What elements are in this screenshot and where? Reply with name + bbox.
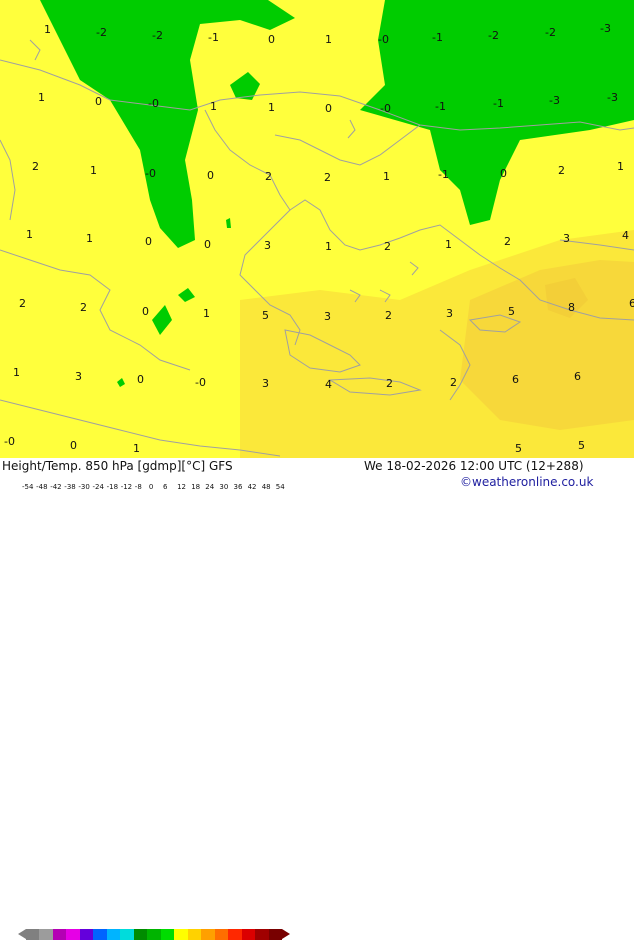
scale-segment [93, 929, 108, 940]
temp-value-label: 0 [268, 33, 275, 46]
scale-segment [133, 929, 148, 940]
color-scale [18, 929, 290, 940]
temp-value-label: -3 [600, 22, 611, 35]
temp-value-label: 0 [145, 235, 152, 248]
credit-link[interactable]: ©weatheronline.co.uk [460, 475, 593, 489]
temp-value-label: -1 [493, 97, 504, 110]
footer-bar: Height/Temp. 850 hPa [gdmp][°C] GFS We 1… [0, 458, 634, 940]
temp-value-label: 3 [324, 310, 331, 323]
scale-segment [66, 929, 81, 940]
temp-value-label: -1 [438, 168, 449, 181]
temp-value-label: 3 [264, 239, 271, 252]
temp-value-label: -3 [607, 91, 618, 104]
temp-value-label: 2 [324, 171, 331, 184]
weather-map: 1 -2 -2 -1 0 1 -0 -1 -2 -2 -3 1 0 -0 1 1 0 -0 -1 -1 -3 -3 2 1 -0… [0, 0, 634, 458]
temp-value-label: 1 [90, 164, 97, 177]
scale-segment [241, 929, 256, 940]
temp-value-label: 1 [383, 170, 390, 183]
temp-value-label: 2 [80, 301, 87, 314]
temp-value-label: -0 [145, 167, 156, 180]
temp-value-label: 1 [325, 33, 332, 46]
scale-segment [187, 929, 202, 940]
temp-value-label: -3 [549, 94, 560, 107]
temp-value-label: 1 [133, 442, 140, 455]
temp-value-label: 5 [578, 439, 585, 452]
temp-value-label: 4 [325, 378, 332, 391]
temp-value-label: 0 [500, 167, 507, 180]
temp-value-label: 3 [563, 232, 570, 245]
temp-value-label: 1 [38, 91, 45, 104]
scale-segment [52, 929, 67, 940]
temp-value-label: -2 [152, 29, 163, 42]
temp-value-label: 3 [75, 370, 82, 383]
temp-value-label: -2 [488, 29, 499, 42]
scale-segment [255, 929, 270, 940]
temp-value-label: 2 [19, 297, 26, 310]
scale-segment [160, 929, 175, 940]
temp-value-label: -0 [380, 102, 391, 115]
temp-value-label: 0 [137, 373, 144, 386]
scale-segment [120, 929, 135, 940]
scale-segment [174, 929, 189, 940]
temp-value-label: 1 [210, 100, 217, 113]
temp-value-label: 1 [617, 160, 624, 173]
temp-value-label: 6 [574, 370, 581, 383]
temp-value-label: 1 [26, 228, 33, 241]
temp-value-label: 3 [446, 307, 453, 320]
scale-arrow-right [282, 929, 290, 939]
map-canvas [0, 0, 634, 458]
scale-segment [106, 929, 121, 940]
map-datetime: We 18-02-2026 12:00 UTC (12+288) [364, 459, 584, 473]
scale-segment [26, 929, 40, 940]
temp-value-label: 2 [265, 170, 272, 183]
temp-value-label: 2 [450, 376, 457, 389]
scale-segment [268, 929, 283, 940]
temp-value-label: 1 [268, 101, 275, 114]
temp-value-label: 1 [86, 232, 93, 245]
temp-value-label: 0 [95, 95, 102, 108]
scale-segment [228, 929, 243, 940]
scale-segment [79, 929, 94, 940]
temp-value-label: -1 [208, 31, 219, 44]
temp-value-label: -0 [378, 33, 389, 46]
temp-value-label: 2 [384, 240, 391, 253]
temp-value-label: 0 [325, 102, 332, 115]
temp-value-label: 3 [262, 377, 269, 390]
temp-value-label: 2 [385, 309, 392, 322]
scale-arrow-left [18, 929, 26, 939]
temp-value-label: -1 [432, 31, 443, 44]
scale-segment [201, 929, 216, 940]
temp-value-label: 2 [504, 235, 511, 248]
temp-value-label: 6 [512, 373, 519, 386]
temp-value-label: 2 [386, 377, 393, 390]
temp-value-label: -0 [4, 435, 15, 448]
temp-value-label: 2 [32, 160, 39, 173]
temp-value-label: 5 [515, 442, 522, 455]
temp-value-label: 6 [629, 297, 634, 310]
temp-value-label: 8 [568, 301, 575, 314]
temp-value-label: 4 [622, 229, 629, 242]
temp-value-label: 0 [70, 439, 77, 452]
temp-value-label: -2 [545, 26, 556, 39]
temp-value-label: 1 [325, 240, 332, 253]
temp-value-label: 1 [13, 366, 20, 379]
temp-value-label: 5 [508, 305, 515, 318]
temp-value-label: 1 [44, 23, 51, 36]
map-title: Height/Temp. 850 hPa [gdmp][°C] GFS [2, 459, 233, 473]
temp-value-label: -0 [148, 97, 159, 110]
scale-segment [39, 929, 54, 940]
temp-value-label: 1 [445, 238, 452, 251]
temp-value-label: 0 [207, 169, 214, 182]
temp-value-label: 5 [262, 309, 269, 322]
scale-segment [147, 929, 162, 940]
temp-value-label: -1 [435, 100, 446, 113]
temp-value-label: -0 [195, 376, 206, 389]
temp-value-label: 1 [203, 307, 210, 320]
temp-value-label: 0 [142, 305, 149, 318]
scale-segment [214, 929, 229, 940]
temp-value-label: 0 [204, 238, 211, 251]
temp-value-label: 2 [558, 164, 565, 177]
temp-value-label: -2 [96, 26, 107, 39]
